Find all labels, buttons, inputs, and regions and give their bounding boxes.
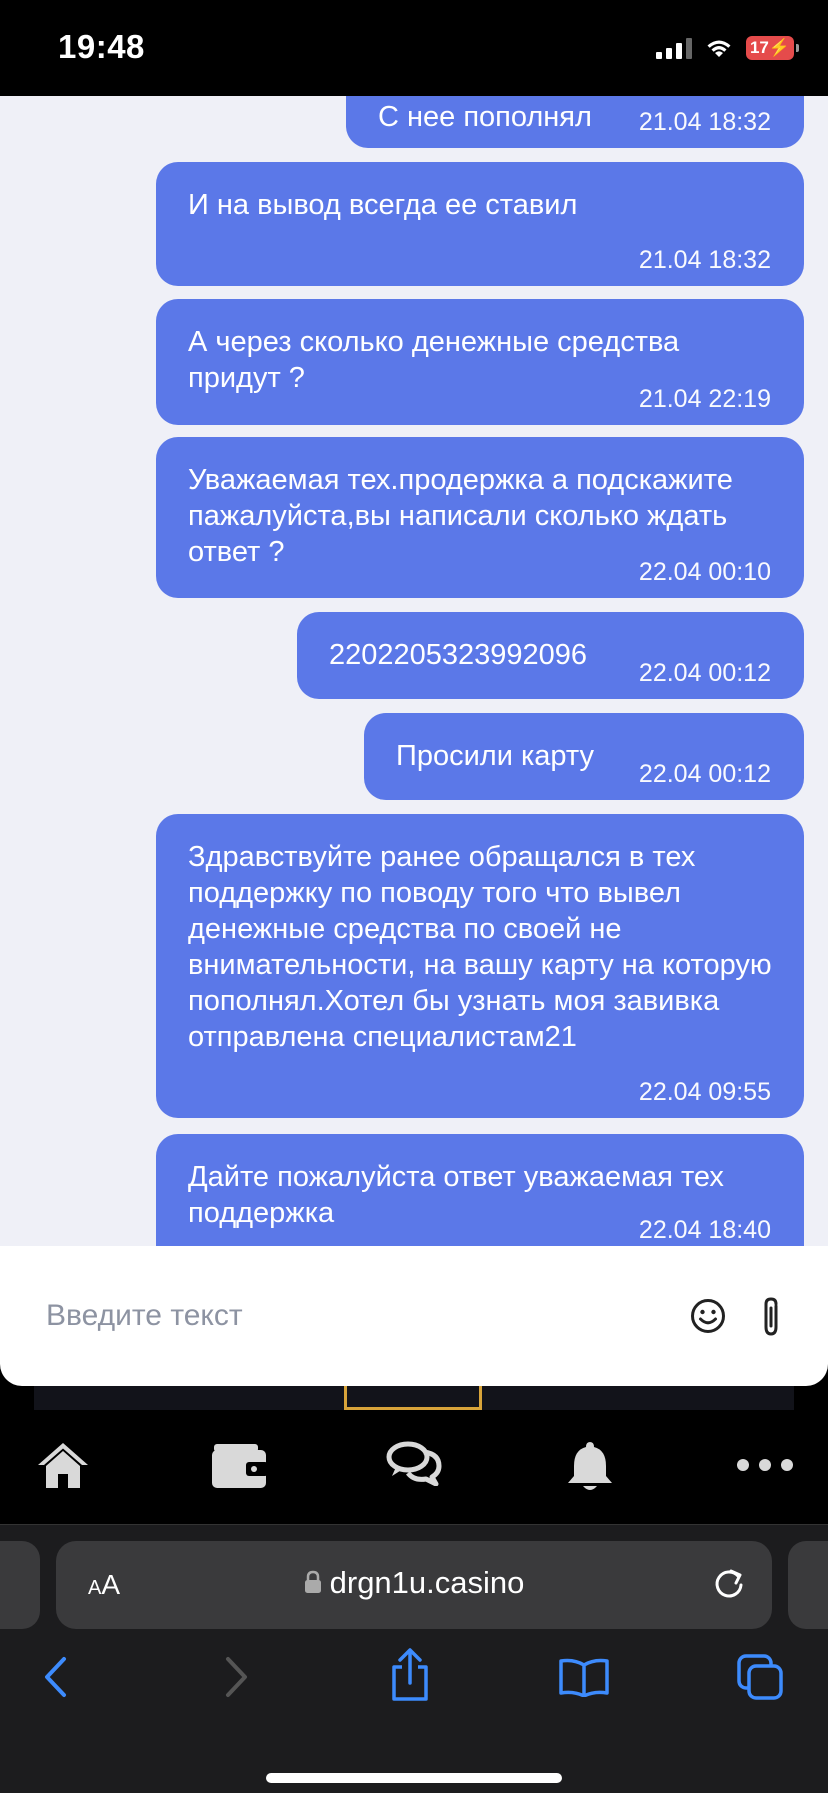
message-text: Уважаемая тех.продержка а подскажите паж… [188,464,733,568]
message-bubble: Просили карту 22.04 00:12 [364,713,804,800]
message-time: 21.04 18:32 [638,246,771,274]
paperclip-icon[interactable] [760,1296,782,1338]
wifi-icon [707,40,731,57]
bookmarks-icon[interactable] [558,1657,610,1697]
message-input[interactable] [46,1294,646,1338]
battery-icon: 17 ⚡ [746,36,799,60]
lock-icon [304,1570,321,1593]
back-icon[interactable] [42,1655,70,1699]
message-bubble: Дайте пожалуйста ответ уважаемая тех под… [156,1134,804,1246]
message-bubble: Здравствуйте ранее обращался в тех подде… [156,814,804,1118]
next-tab-preview[interactable] [788,1541,828,1629]
message-time: 22.04 18:40 [638,1216,771,1244]
home-indicator[interactable] [266,1773,562,1783]
address-bar[interactable]: AA drgn1u.casino [56,1541,772,1629]
status-bar: 19:48 17 ⚡ [0,0,828,96]
share-icon[interactable] [388,1647,432,1703]
smiley-icon[interactable] [690,1298,726,1334]
message-bubble: 2202205323992096 22.04 00:12 [297,612,804,699]
message-time: 22.04 00:12 [638,760,771,788]
message-bubble: С нее пополнял 21.04 18:32 [346,96,804,148]
message-bubble: Уважаемая тех.продержка а подскажите паж… [156,437,804,598]
site-bottom-nav [0,1410,828,1524]
message-text: И на вывод всегда ее ставил [188,189,578,221]
status-time: 19:48 [58,28,145,65]
home-icon[interactable] [36,1440,90,1490]
message-bubble: А через сколько денежные средства придут… [156,299,804,425]
battery-level: 17 [749,38,769,57]
bell-icon[interactable] [566,1440,614,1494]
message-time: 22.04 00:12 [638,659,771,687]
tabs-icon[interactable] [736,1653,784,1701]
chat-bubbles-icon[interactable] [386,1440,442,1486]
message-time: 21.04 22:19 [638,385,771,413]
url-display[interactable]: drgn1u.casino [56,1565,772,1601]
wallet-icon[interactable] [210,1440,268,1490]
reload-icon[interactable] [712,1565,746,1601]
message-time: 22.04 09:55 [638,1078,771,1106]
browser-toolbar: AA drgn1u.casino [0,1524,828,1793]
logo-peek [344,1386,482,1410]
status-icons: 17 ⚡ [656,36,799,60]
chat-messages[interactable]: С нее пополнял 21.04 18:32 И на вывод вс… [0,96,828,1246]
url-text: drgn1u.casino [329,1565,525,1600]
cellular-signal-icon [656,37,692,59]
message-bubble: И на вывод всегда ее ставил 21.04 18:32 [156,162,804,286]
previous-tab-preview[interactable] [0,1541,40,1629]
message-time: 22.04 00:10 [638,558,771,586]
message-time: 21.04 18:32 [638,108,771,136]
message-composer [0,1246,828,1386]
forward-icon [226,1657,247,1697]
message-text: Здравствуйте ранее обращался в тех подде… [188,841,772,1053]
more-icon[interactable] [736,1458,794,1472]
